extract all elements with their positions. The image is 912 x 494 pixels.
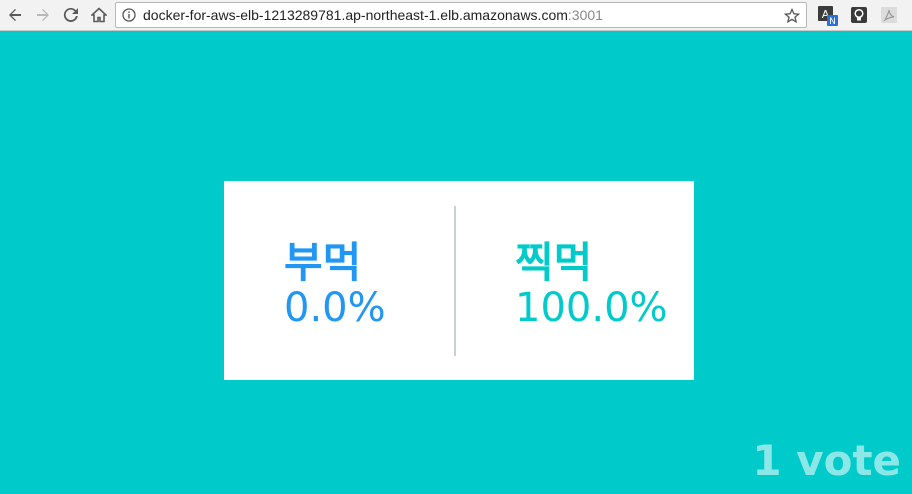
info-icon[interactable] (122, 8, 136, 22)
translate-extension-button[interactable]: A N (818, 6, 838, 27)
url-text: docker-for-aws-elb-1213289781.ap-northea… (143, 7, 603, 23)
pdf-extension-icon (881, 7, 897, 23)
vote-count: 1 vote (752, 436, 901, 485)
home-icon (91, 7, 107, 23)
vote-results-card: 부먹 0.0% 찍먹 100.0% (224, 181, 694, 380)
lightbulb-extension-icon (851, 7, 867, 23)
reload-button[interactable] (58, 2, 84, 28)
pdf-extension-button[interactable] (880, 6, 898, 24)
back-icon (9, 9, 21, 21)
results-divider (454, 206, 456, 356)
svg-text:N: N (829, 17, 836, 26)
reload-icon (63, 7, 78, 22)
option-b-name: 찍먹 (515, 238, 593, 287)
translate-extension-icon: A N (818, 6, 838, 27)
address-bar[interactable]: docker-for-aws-elb-1213289781.ap-northea… (115, 2, 807, 28)
home-button[interactable] (86, 2, 112, 28)
browser-toolbar: docker-for-aws-elb-1213289781.ap-northea… (0, 0, 912, 31)
forward-icon (37, 9, 49, 21)
forward-button[interactable] (30, 2, 56, 28)
star-icon[interactable] (784, 8, 800, 24)
back-button[interactable] (2, 2, 28, 28)
option-a-name: 부먹 (284, 238, 362, 287)
lightbulb-extension-button[interactable] (850, 6, 868, 24)
option-a-percent: 0.0% (284, 285, 386, 331)
option-b-percent: 100.0% (515, 285, 668, 331)
